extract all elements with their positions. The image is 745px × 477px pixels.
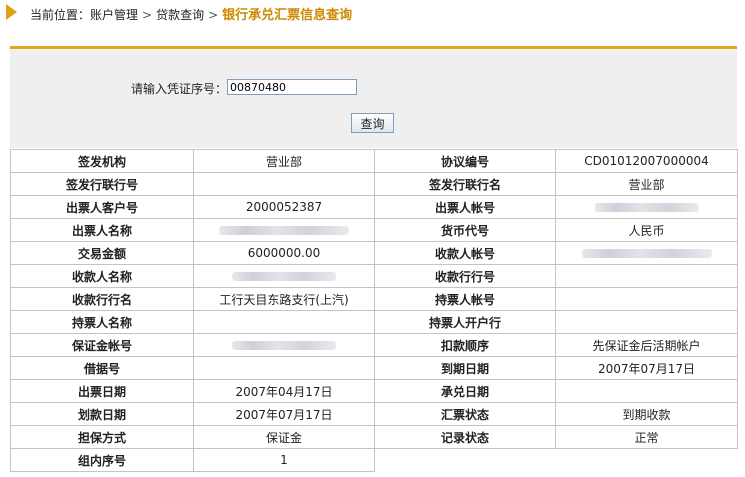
search-panel: 请输入凭证序号： 查询 [10,49,737,148]
field-value [555,310,738,334]
field-label: 交易金额 [10,241,194,265]
field-value: 2000052387 [193,195,375,219]
field-value: 到期收款 [555,402,738,426]
field-label: 借据号 [10,356,194,380]
field-value: 6000000.00 [193,241,375,265]
table-row: 借据号 到期日期 2007年07月17日 [10,356,738,380]
field-label: 组内序号 [10,448,194,472]
field-label: 出票人帐号 [374,195,556,219]
field-value [193,333,375,357]
redacted-value [581,249,712,258]
field-label: 收款行行名 [10,287,194,311]
table-row: 出票日期 2007年04月17日 承兑日期 [10,379,738,403]
field-value: 1 [193,448,375,472]
breadcrumb-item-account[interactable]: 账户管理 [90,8,138,22]
field-value [193,172,375,196]
field-label: 收款人帐号 [374,241,556,265]
voucher-label: 请输入凭证序号： [131,82,228,96]
field-value: 2007年07月17日 [193,402,375,426]
field-value [193,264,375,288]
breadcrumb-prefix: 当前位置： [30,8,91,22]
field-value: 人民币 [555,218,738,242]
empty-cell [556,449,738,472]
breadcrumb-separator: > [208,8,219,22]
field-value: 先保证金后活期帐户 [555,333,738,357]
field-value: 正常 [555,425,738,449]
field-value: 营业部 [555,172,738,196]
field-value: 2007年04月17日 [193,379,375,403]
table-row: 保证金帐号 扣款顺序 先保证金后活期帐户 [10,333,738,357]
field-label: 出票人客户号 [10,195,194,219]
field-label: 持票人帐号 [374,287,556,311]
field-value [193,218,375,242]
field-label: 协议编号 [374,149,556,173]
field-value: 保证金 [193,425,375,449]
field-label: 签发机构 [10,149,194,173]
field-value: 工行天目东路支行(上汽) [193,287,375,311]
breadcrumb: 当前位置：账户管理 > 贷款查询 > 银行承兑汇票信息查询 [0,0,745,24]
field-value [193,310,375,334]
field-value [555,241,738,265]
table-row: 组内序号 1 [10,448,738,472]
field-label: 出票人名称 [10,218,194,242]
field-label: 持票人名称 [10,310,194,334]
table-row: 交易金额 6000000.00 收款人帐号 [10,241,738,265]
table-row: 收款行行名 工行天目东路支行(上汽) 持票人帐号 [10,287,738,311]
field-label: 划款日期 [10,402,194,426]
breadcrumb-item-loan[interactable]: 贷款查询 [156,8,204,22]
field-label: 签发行联行号 [10,172,194,196]
field-value [555,195,738,219]
field-label: 出票日期 [10,379,194,403]
table-row: 签发行联行号 签发行联行名 营业部 [10,172,738,196]
table-row: 划款日期 2007年07月17日 汇票状态 到期收款 [10,402,738,426]
field-value [555,379,738,403]
field-label: 担保方式 [10,425,194,449]
field-label: 记录状态 [374,425,556,449]
redacted-value [232,272,336,281]
empty-cell [375,449,556,472]
field-value [555,264,738,288]
redacted-value [219,226,349,235]
field-label: 保证金帐号 [10,333,194,357]
table-row: 持票人名称 持票人开户行 [10,310,738,334]
field-label: 到期日期 [374,356,556,380]
field-value: 营业部 [193,149,375,173]
field-label: 签发行联行名 [374,172,556,196]
field-value: 2007年07月17日 [555,356,738,380]
table-row: 签发机构 营业部 协议编号 CD01012007000004 [10,149,738,173]
table-row: 担保方式 保证金 记录状态 正常 [10,425,738,449]
breadcrumb-separator: > [142,8,153,22]
field-value [555,287,738,311]
field-label: 收款人名称 [10,264,194,288]
table-row: 出票人名称 货币代号 人民币 [10,218,738,242]
page-title: 银行承兑汇票信息查询 [222,8,353,23]
field-value: CD01012007000004 [555,149,738,173]
breadcrumb-arrow-icon [6,4,17,20]
field-label: 货币代号 [374,218,556,242]
redacted-value [232,341,336,350]
field-label: 持票人开户行 [374,310,556,334]
redacted-value [594,203,699,212]
bill-info-table: 签发机构 营业部 协议编号 CD01012007000004 签发行联行号 签发行联行名营… [10,149,738,472]
table-row: 收款人名称 收款行行号 [10,264,738,288]
voucher-number-input[interactable] [227,79,357,95]
field-label: 扣款顺序 [374,333,556,357]
field-value [193,356,375,380]
query-button[interactable]: 查询 [351,113,394,133]
field-label: 承兑日期 [374,379,556,403]
field-label: 收款行行号 [374,264,556,288]
table-row: 出票人客户号 2000052387 出票人帐号 [10,195,738,219]
field-label: 汇票状态 [374,402,556,426]
